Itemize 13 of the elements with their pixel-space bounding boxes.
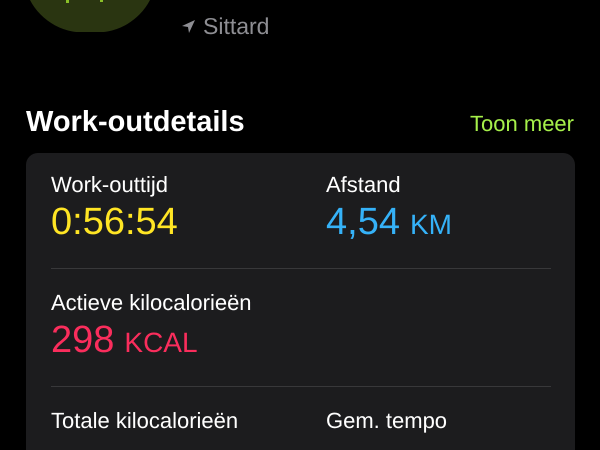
metric-label: Gem. tempo: [326, 407, 448, 435]
section-title: Work-outdetails: [26, 106, 245, 139]
workout-icon: [30, 0, 150, 32]
metric-value: 4,54 KM: [326, 200, 452, 245]
metric-value: 0:56:54: [51, 200, 178, 245]
metric-label: Afstand: [326, 171, 401, 199]
location-arrow-icon: [182, 20, 195, 32]
metric-label: Totale kilocalorieën: [51, 407, 238, 435]
metric-value: 298 KCAL: [51, 318, 198, 363]
show-more-link[interactable]: Toon meer: [470, 111, 574, 137]
location-text: Sittard: [203, 12, 270, 40]
metric-label: Actieve kilocalorieën: [51, 289, 252, 317]
metric-label: Work-outtijd: [51, 171, 168, 199]
